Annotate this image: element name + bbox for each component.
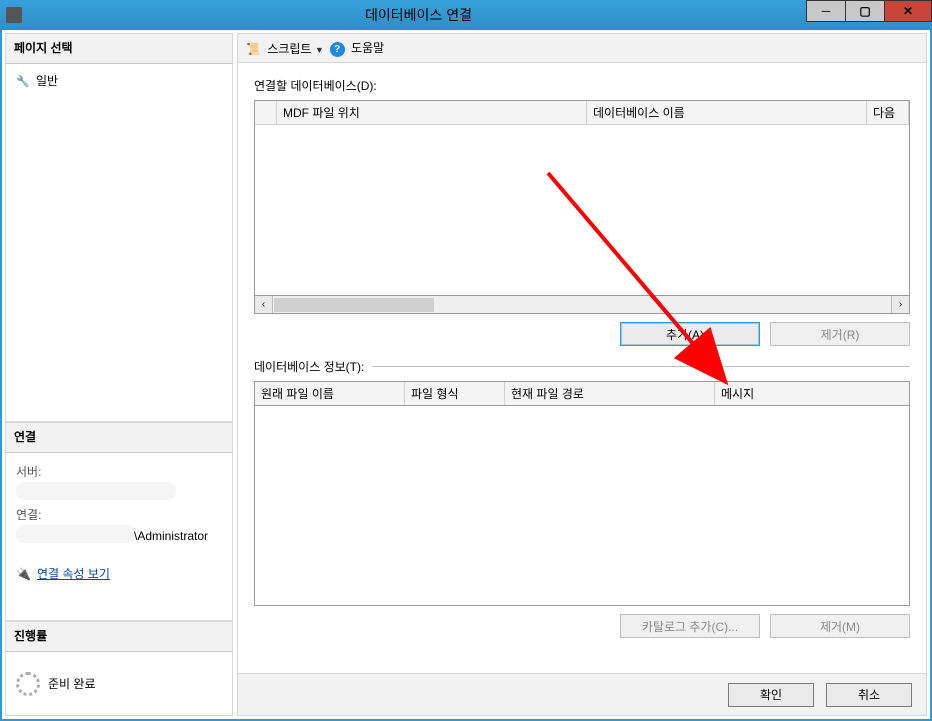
ok-button[interactable]: 확인 <box>728 683 814 707</box>
view-connection-props-link[interactable]: 연결 속성 보기 <box>37 565 110 582</box>
conn-label: 연결: <box>16 506 222 523</box>
app-icon <box>6 7 22 23</box>
divider-line <box>372 366 910 367</box>
page-select-title: 페이지 선택 <box>5 33 233 64</box>
db-details-label: 데이터베이스 정보(T): <box>254 358 364 375</box>
scroll-left-button[interactable]: ‹ <box>255 296 273 313</box>
col-orig-name[interactable]: 원래 파일 이름 <box>255 382 405 405</box>
remove-button: 제거(R) <box>770 322 910 346</box>
col-next[interactable]: 다음 <box>867 101 909 125</box>
minimize-button[interactable]: ─ <box>806 0 846 22</box>
scroll-track[interactable] <box>273 297 891 313</box>
help-button[interactable]: ? 도움말 <box>330 39 384 57</box>
help-icon: ? <box>330 42 345 57</box>
attach-grid-header: MDF 파일 위치 데이터베이스 이름 다음 <box>255 101 909 125</box>
row-header-spacer <box>255 101 277 125</box>
connection-body: 서버: 연결: \Administrator 연결 속성 보기 <box>5 453 233 621</box>
col-mdf-location[interactable]: MDF 파일 위치 <box>277 101 587 125</box>
connection-title: 연결 <box>5 422 233 453</box>
remove-m-button: 제거(M) <box>770 614 910 638</box>
progress-body: 준비 완료 <box>5 652 233 716</box>
maximize-button[interactable]: ▢ <box>845 0 885 22</box>
help-label: 도움말 <box>351 41 384 55</box>
attach-grid-scrollbar[interactable]: ‹ › <box>254 296 910 314</box>
conn-value-blur <box>16 525 136 543</box>
col-file-type[interactable]: 파일 형식 <box>405 382 505 405</box>
add-catalog-button: 카탈로그 추가(C)... <box>620 614 760 638</box>
scroll-thumb[interactable] <box>274 298 434 312</box>
attach-grid[interactable]: MDF 파일 위치 데이터베이스 이름 다음 <box>254 100 910 296</box>
title-bar: 데이터베이스 연결 ─ ▢ ✕ <box>0 0 932 30</box>
wrench-icon <box>16 74 30 88</box>
col-message[interactable]: 메시지 <box>715 382 909 405</box>
server-label: 서버: <box>16 463 222 480</box>
page-select-body: 일반 <box>5 64 233 422</box>
toolbar: 스크립트 ▼ ? 도움말 <box>237 33 927 63</box>
window-title: 데이터베이스 연결 <box>30 5 807 25</box>
dropdown-arrow-icon: ▼ <box>315 45 324 55</box>
content: 스크립트 ▼ ? 도움말 연결할 데이터베이스(D): MDF 파일 위치 데이… <box>237 33 927 716</box>
scroll-right-button[interactable]: › <box>891 296 909 313</box>
sidebar-item-general[interactable]: 일반 <box>16 70 222 91</box>
spinner-icon <box>16 672 40 696</box>
script-label: 스크립트 <box>267 42 311 56</box>
server-value <box>16 482 176 500</box>
col-current-path[interactable]: 현재 파일 경로 <box>505 382 715 405</box>
details-grid-body <box>254 406 910 606</box>
cancel-button[interactable]: 취소 <box>826 683 912 707</box>
script-icon <box>246 42 264 56</box>
col-db-name[interactable]: 데이터베이스 이름 <box>587 101 867 125</box>
attach-db-label: 연결할 데이터베이스(D): <box>254 77 910 94</box>
window-controls: ─ ▢ ✕ <box>807 0 932 30</box>
sidebar: 페이지 선택 일반 연결 서버: 연결: \Administrator 연결 <box>5 33 233 716</box>
sidebar-item-label: 일반 <box>36 72 58 89</box>
script-button[interactable]: 스크립트 ▼ <box>246 40 324 57</box>
progress-title: 진행률 <box>5 621 233 652</box>
plug-icon <box>16 567 31 581</box>
footer-bar: 확인 취소 <box>237 674 927 716</box>
details-grid-header: 원래 파일 이름 파일 형식 현재 파일 경로 메시지 <box>254 381 910 406</box>
main-panel: 연결할 데이터베이스(D): MDF 파일 위치 데이터베이스 이름 다음 ‹ … <box>237 63 927 674</box>
progress-status: 준비 완료 <box>48 675 96 692</box>
close-button[interactable]: ✕ <box>884 0 932 22</box>
conn-value-suffix: \Administrator <box>134 529 208 543</box>
attach-grid-body <box>255 125 909 295</box>
add-button[interactable]: 추가(A)... <box>620 322 760 346</box>
